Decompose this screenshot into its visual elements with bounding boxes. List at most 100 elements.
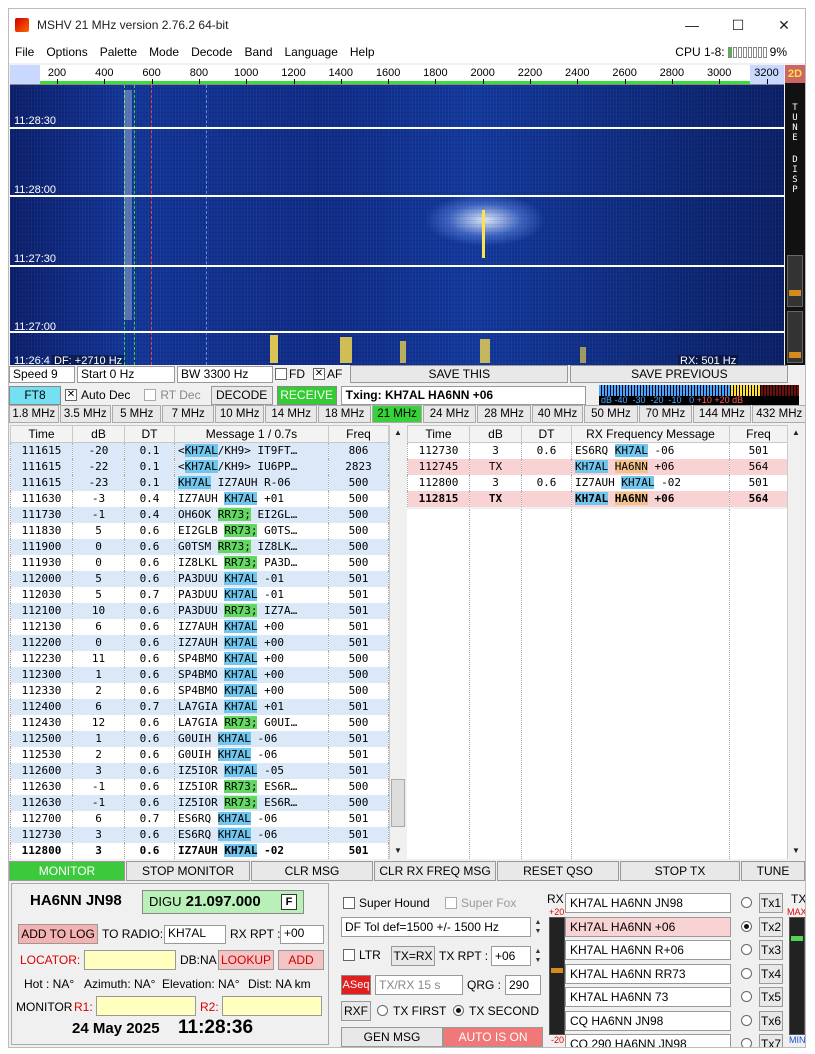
col-time[interactable]: Time xyxy=(10,425,73,443)
table-row[interactable]: 112030 5 0.7 PA3DUU KH7AL -01 501 xyxy=(10,586,389,603)
table-row[interactable]: 112630 -1 0.6 IZ5IOR RR73; ES6R… 500 xyxy=(10,778,389,795)
table-row[interactable]: 111930 0 0.6 IZ8LKL RR73; PA3D… 500 xyxy=(10,554,389,571)
save-previous-button[interactable]: SAVE PREVIOUS xyxy=(570,365,789,383)
table-row[interactable]: 111615 -20 0.1 <KH7AL/KH9> IT9FT… 806 xyxy=(10,442,389,459)
auto-is-on-button[interactable]: AUTO IS ON xyxy=(443,1027,543,1047)
col-db[interactable]: dB xyxy=(72,425,125,443)
table-row[interactable]: 112800 3 0.6 IZ7AUH KH7AL -02 501 xyxy=(10,842,389,859)
table-row[interactable]: 112430 12 0.6 LA7GIA RR73; G0UI… 500 xyxy=(10,714,389,731)
col-db[interactable]: dB xyxy=(469,425,522,443)
tx-power-slider[interactable] xyxy=(789,917,805,1035)
table-row[interactable]: 112730 3 0.6 ES6RQ KH7AL -06 501 xyxy=(10,826,389,843)
lookup-button[interactable]: LOOKUP xyxy=(218,950,274,970)
clr-msg-button[interactable]: CLR MSG xyxy=(251,861,373,881)
tx-send-button[interactable]: Tx6 xyxy=(759,1010,783,1031)
menu-palette[interactable]: Palette xyxy=(94,45,143,59)
table-row[interactable]: 111630 -3 0.4 IZ7AUH KH7AL +01 500 xyxy=(10,490,389,507)
qrg-field[interactable]: 290 xyxy=(505,975,541,995)
tx-send-button[interactable]: Tx7 xyxy=(759,1034,783,1047)
scroll-thumb[interactable] xyxy=(391,779,405,827)
menu-file[interactable]: File xyxy=(9,45,40,59)
table-row[interactable]: 112100 10 0.6 PA3DUU RR73; IZ7A… 501 xyxy=(10,602,389,619)
menu-options[interactable]: Options xyxy=(40,45,93,59)
tx-second-radio[interactable] xyxy=(453,1005,464,1016)
frequency-ruler[interactable]: 200 400 600 800 1000 1200 1400 1600 1800 2000 2200… xyxy=(10,65,784,85)
scroll-down-arrow[interactable]: ▼ xyxy=(390,843,406,859)
scroll-up-arrow[interactable]: ▲ xyxy=(390,425,406,441)
table-row[interactable]: 112700 6 0.7 ES6RQ KH7AL -06 501 xyxy=(10,810,389,827)
stop-tx-button[interactable]: STOP TX xyxy=(620,861,740,881)
table-row[interactable]: 112300 1 0.6 SP4BMO KH7AL +00 500 xyxy=(10,666,389,683)
minimize-button[interactable]: — xyxy=(669,9,715,41)
tx-rpt-field[interactable]: +06 xyxy=(491,946,531,966)
tx-message-field[interactable]: CQ 290 HA6NN JN98 xyxy=(565,1034,731,1047)
table-row[interactable]: 111900 0 0.6 G0TSM RR73; IZ8LK… 500 xyxy=(10,538,389,555)
menu-mode[interactable]: Mode xyxy=(143,45,185,59)
table-row[interactable]: 112200 0 0.6 IZ7AUH KH7AL +00 501 xyxy=(10,634,389,651)
table-row[interactable]: 112530 2 0.6 G0UIH KH7AL -06 501 xyxy=(10,746,389,763)
col-dt[interactable]: DT xyxy=(124,425,175,443)
tx-message-field[interactable]: CQ HA6NN JN98 xyxy=(565,1010,731,1031)
rx-frequency-table[interactable]: Time dB DT RX Frequency Message Freq 112… xyxy=(407,425,788,507)
rt-dec-checkbox[interactable] xyxy=(144,389,157,401)
band-button[interactable]: 432 MHz xyxy=(751,405,805,423)
table-row[interactable]: 112745 TX KH7AL HA6NN +06 564 xyxy=(407,458,788,475)
table-row[interactable]: 112130 6 0.6 IZ7AUH KH7AL +00 501 xyxy=(10,618,389,635)
band-button[interactable]: 28 MHz xyxy=(477,405,531,423)
tx-send-button[interactable]: Tx5 xyxy=(759,987,783,1007)
table-row[interactable]: 112730 3 0.6 ES6RQ KH7AL -06 501 xyxy=(407,442,788,459)
gen-msg-button[interactable]: GEN MSG xyxy=(341,1027,443,1047)
super-hound-checkbox[interactable] xyxy=(343,897,355,909)
table-row[interactable]: 112500 1 0.6 G0UIH KH7AL -06 501 xyxy=(10,730,389,747)
menu-band[interactable]: Band xyxy=(238,45,278,59)
tx-select-radio[interactable] xyxy=(741,1014,752,1026)
locator-field[interactable] xyxy=(84,950,176,970)
col-time[interactable]: Time xyxy=(407,425,470,443)
slider-knob[interactable] xyxy=(789,352,801,358)
tune-label[interactable]: T U N E xyxy=(785,103,805,143)
rx-rpt-field[interactable]: +00 xyxy=(280,925,324,944)
table-row[interactable]: 112000 5 0.6 PA3DUU KH7AL -01 501 xyxy=(10,570,389,587)
save-this-button[interactable]: SAVE THIS xyxy=(350,365,569,383)
bw-spinbox[interactable]: BW 3300 Hz xyxy=(177,365,273,383)
tx-power-knob[interactable] xyxy=(791,936,803,941)
reset-qso-button[interactable]: RESET QSO xyxy=(497,861,619,881)
band-button[interactable]: 3.5 MHz xyxy=(59,405,111,423)
band-button[interactable]: 144 MHz xyxy=(693,405,751,423)
tx-message-field[interactable]: KH7AL HA6NN RR73 xyxy=(565,963,731,984)
band-button[interactable]: 50 MHz xyxy=(584,405,638,423)
tx-select-radio[interactable] xyxy=(741,967,752,979)
radio-frequency[interactable]: DIGU 21.097.000 F xyxy=(142,890,304,914)
mode-2d-button[interactable]: 2D xyxy=(785,65,805,83)
tx-message-field[interactable]: KH7AL HA6NN R+06 xyxy=(565,940,731,960)
contrast-slider[interactable] xyxy=(787,311,803,363)
table-row[interactable]: 112800 3 0.6 IZ7AUH KH7AL -02 501 xyxy=(407,474,788,491)
scroll-up-arrow[interactable]: ▲ xyxy=(788,425,804,441)
rx-table-scrollbar[interactable]: ▲ ▼ xyxy=(787,425,803,859)
tx-select-radio[interactable] xyxy=(741,1038,752,1047)
menu-help[interactable]: Help xyxy=(344,45,381,59)
super-fox-checkbox[interactable] xyxy=(445,897,457,909)
table-row[interactable]: 112330 2 0.6 SP4BMO KH7AL +00 500 xyxy=(10,682,389,699)
decode-table-scrollbar[interactable]: ▲ ▼ xyxy=(389,425,405,859)
brightness-slider[interactable] xyxy=(787,255,803,307)
col-message[interactable]: Message 1 / 0.7s xyxy=(174,425,329,443)
table-row[interactable]: 112630 -1 0.6 IZ5IOR RR73; ES6R… 500 xyxy=(10,794,389,811)
col-freq[interactable]: Freq xyxy=(729,425,788,443)
af-checkbox[interactable]: ✕ xyxy=(313,368,325,380)
df-tol-spinbox[interactable]: DF Tol def=1500 +/- 1500 Hz xyxy=(341,917,531,937)
freq-f-button[interactable]: F xyxy=(281,894,297,910)
mode-ft8-button[interactable]: FT8 xyxy=(9,385,61,405)
band-button[interactable]: 24 MHz xyxy=(422,405,477,423)
col-message[interactable]: RX Frequency Message xyxy=(571,425,730,443)
tx-send-button[interactable]: Tx4 xyxy=(759,963,783,984)
tx-first-radio[interactable] xyxy=(377,1005,388,1016)
tx-message-field[interactable]: KH7AL HA6NN 73 xyxy=(565,987,731,1007)
band-button[interactable]: 70 MHz xyxy=(638,405,693,423)
tx-select-radio[interactable] xyxy=(741,944,752,955)
stop-monitor-button[interactable]: STOP MONITOR xyxy=(126,861,250,881)
band-button[interactable]: 18 MHz xyxy=(317,405,372,423)
speed-spinbox[interactable]: Speed 9 xyxy=(9,365,75,383)
add-button[interactable]: ADD xyxy=(278,950,324,970)
start-spinbox[interactable]: Start 0 Hz xyxy=(77,365,175,383)
